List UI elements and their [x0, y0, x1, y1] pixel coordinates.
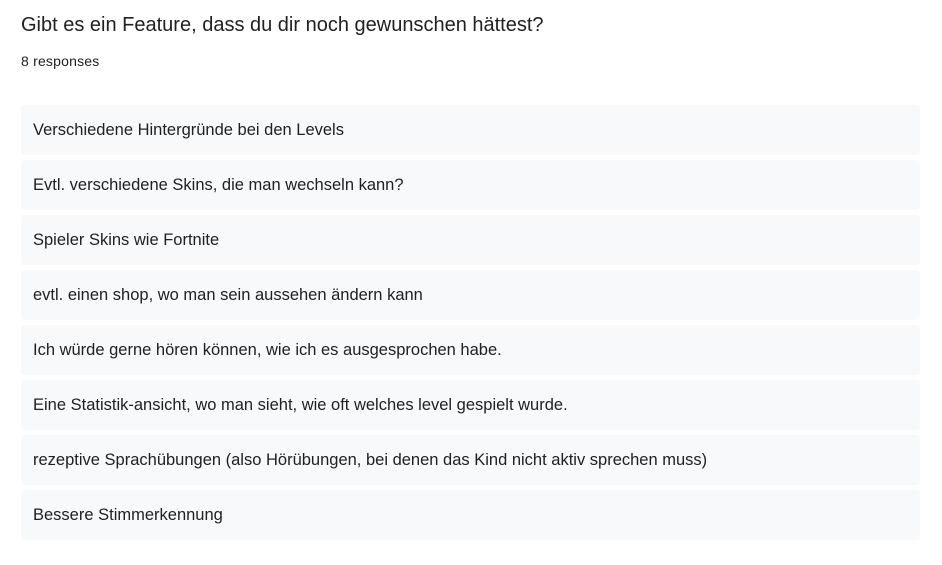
response-item: rezeptive Sprachübungen (also Hörübungen… [21, 435, 920, 485]
response-count: 8 responses [21, 53, 100, 69]
response-item: Eine Statistik-ansicht, wo man sieht, wi… [21, 380, 920, 430]
response-list: Verschiedene Hintergründe bei den Levels… [21, 105, 920, 545]
question-summary-card: Gibt es ein Feature, dass du dir noch ge… [0, 0, 942, 565]
response-item: evtl. einen shop, wo man sein aussehen ä… [21, 270, 920, 320]
response-item: Bessere Stimmerkennung [21, 490, 920, 540]
question-title: Gibt es ein Feature, dass du dir noch ge… [21, 14, 544, 36]
response-item: Verschiedene Hintergründe bei den Levels [21, 105, 920, 155]
response-item: Evtl. verschiedene Skins, die man wechse… [21, 160, 920, 210]
response-item: Spieler Skins wie Fortnite [21, 215, 920, 265]
response-item: Ich würde gerne hören können, wie ich es… [21, 325, 920, 375]
